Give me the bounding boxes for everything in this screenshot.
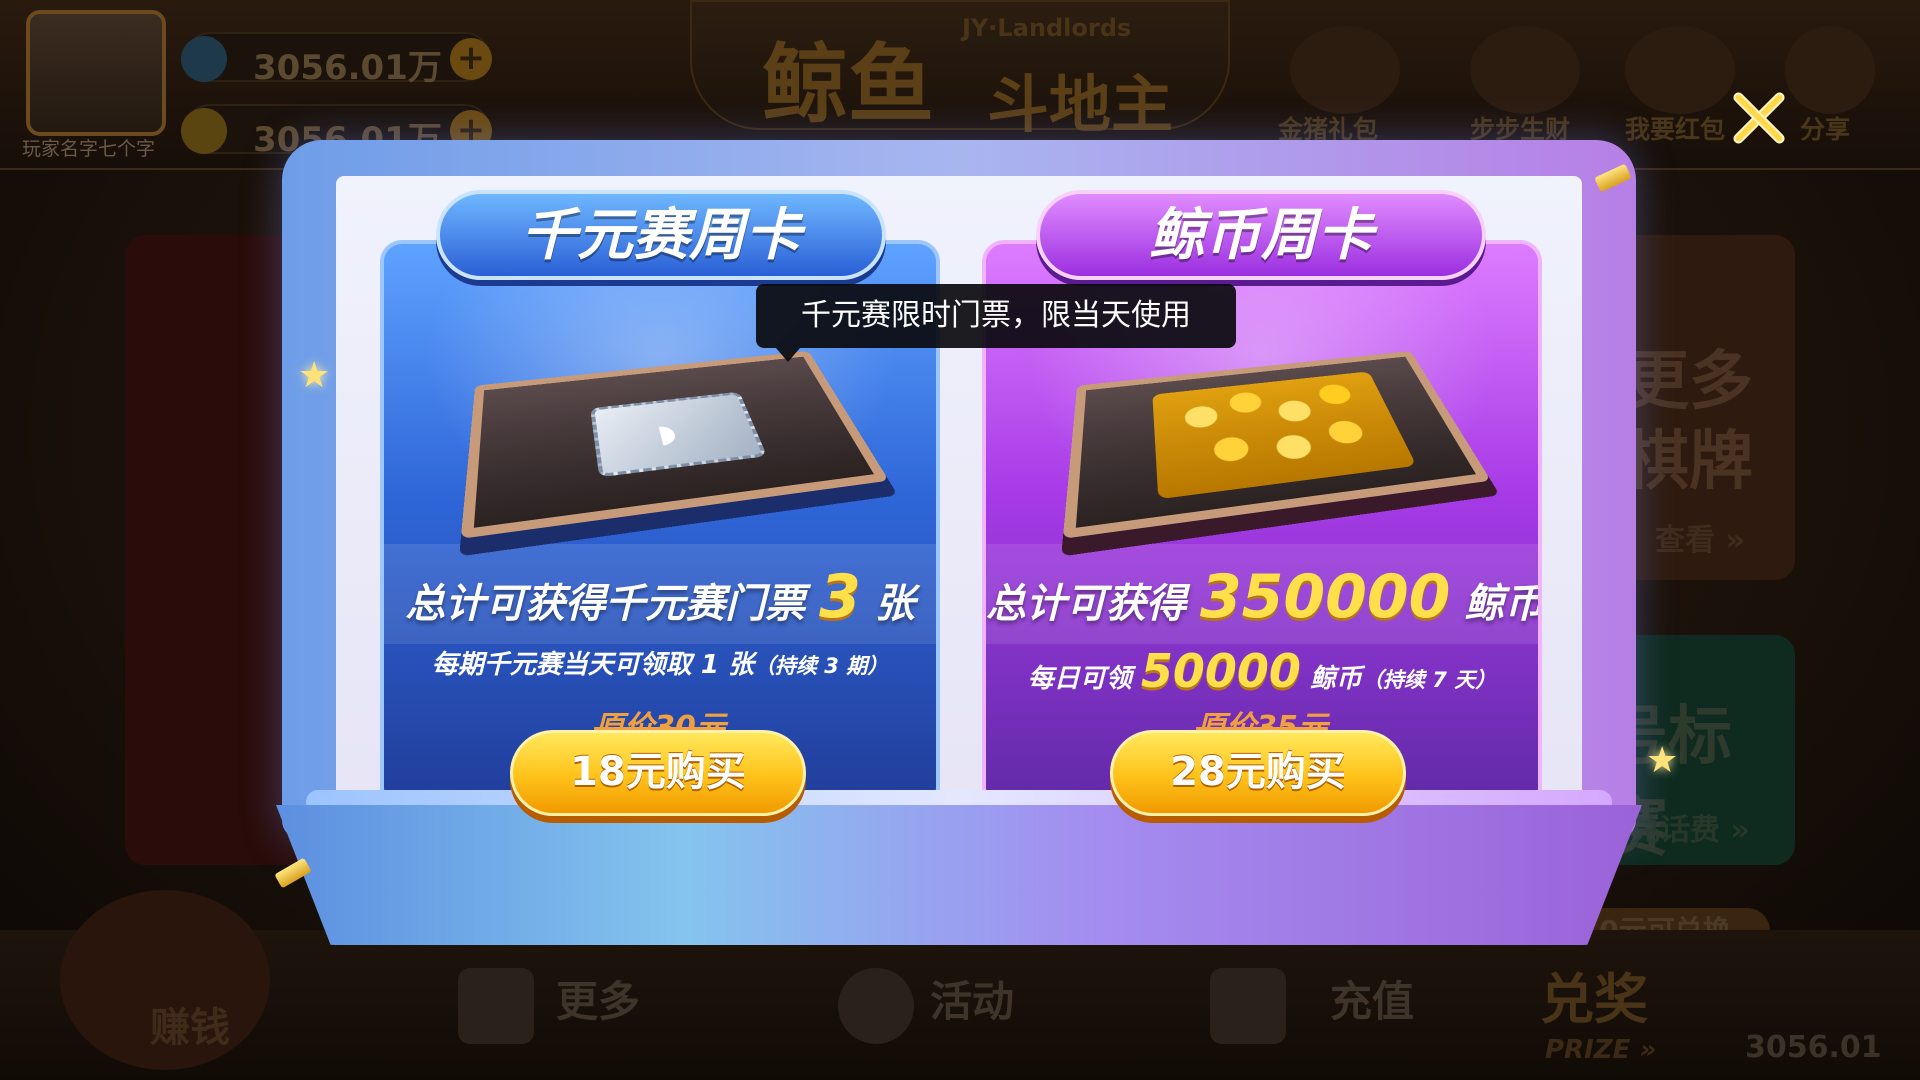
- coin-card-daily-prefix: 每日可领: [1027, 664, 1132, 694]
- coin-card-total: 总计可获得 350000 鲸币: [986, 562, 1538, 632]
- buy-match-card-button[interactable]: 18元购买: [510, 730, 806, 816]
- sparkle-star-icon: ★: [298, 355, 331, 396]
- match-card-daily: 每期千元赛当天可领取 1 张（持续 3 期）: [384, 644, 936, 681]
- weekly-card-popup: ◗ 总计可获得千元赛门票 3 张 每期千元赛当天可领取 1 张（持续 3 期） …: [274, 140, 1678, 945]
- match-card-total-prefix: 总计可获得千元赛门票: [405, 581, 806, 627]
- sparkle-star-icon: ★: [1646, 740, 1679, 781]
- bottom-more: 更多: [556, 977, 641, 1026]
- top-label-share: 分享: [1800, 115, 1851, 144]
- confetti-piece: [274, 857, 312, 889]
- whale-icon: ◗: [654, 419, 681, 450]
- earn-label: 赚钱: [150, 1005, 230, 1051]
- coin-card-total-amount: 350000: [1199, 562, 1451, 632]
- logo-main-text: 鲸鱼: [762, 35, 934, 135]
- activity-icon: [838, 968, 914, 1044]
- tray-front-wall: [276, 805, 1642, 945]
- more-games-card: 更多 棋牌 查看 »: [1615, 235, 1795, 580]
- diamond-icon: [181, 36, 227, 82]
- more-games-title: 更多: [1625, 345, 1753, 419]
- prize-label: 兑奖: [1540, 968, 1648, 1031]
- match-card-title: 千元赛周卡: [436, 190, 886, 280]
- coin-card-daily-amount: 50000: [1140, 644, 1301, 698]
- more-games-view: 查看 »: [1655, 523, 1745, 558]
- match-card-duration: （持续 3 期）: [753, 654, 889, 678]
- share-icon: [1785, 26, 1875, 114]
- red-packet-icon: [1625, 26, 1735, 114]
- game-logo: 鲸鱼 斗地主 JY·Landlords: [690, 0, 1230, 141]
- player-avatar: [26, 10, 166, 136]
- logo-sub-text: 斗地主: [987, 68, 1174, 141]
- coin-card-total-suffix: 鲸币: [1464, 581, 1542, 627]
- diamond-balance: 3056.01万 +: [181, 32, 492, 88]
- logo-english-text: JY·Landlords: [962, 14, 1132, 42]
- cart-icon: [1210, 968, 1286, 1044]
- coin-card-title: 鲸币周卡: [1036, 190, 1486, 280]
- more-grid-icon: [458, 968, 534, 1044]
- diamond-balance-value: 3056.01万: [253, 48, 442, 88]
- ticket-icon: ◗: [590, 391, 768, 478]
- gold-pig-icon: [1290, 26, 1400, 114]
- coin-card-total-prefix: 总计可获得: [986, 581, 1186, 627]
- match-card-daily-text: 每期千元赛当天可领取 1 张: [431, 650, 754, 680]
- coin-card-duration: （持续 7 天）: [1361, 668, 1497, 692]
- coin-icon: [181, 108, 227, 154]
- bottom-activity: 活动: [930, 977, 1015, 1026]
- match-card-ticket-count: 3: [819, 562, 861, 632]
- buy-coin-card-button[interactable]: 28元购买: [1110, 730, 1406, 816]
- step-wealth-icon: [1470, 26, 1580, 114]
- ticket-tooltip: 千元赛限时门票，限当天使用: [756, 284, 1236, 362]
- gold-coins-icon: [1152, 371, 1417, 500]
- coin-card-daily: 每日可领 50000 鲸币（持续 7 天）: [986, 644, 1538, 698]
- target-match-fee: 兑话费 »: [1630, 813, 1750, 848]
- bottom-recharge: 充值: [1330, 977, 1415, 1026]
- match-card-total: 总计可获得千元赛门票 3 张: [384, 562, 936, 632]
- more-games-subtitle: 棋牌: [1625, 425, 1753, 499]
- match-card-total-suffix: 张: [874, 581, 915, 627]
- coin-card-daily-suffix: 鲸币: [1309, 664, 1362, 694]
- add-diamond-button: +: [450, 38, 492, 80]
- player-name: 玩家名字七个字: [22, 138, 156, 160]
- prize-en-label: PRIZE »: [1545, 1035, 1657, 1065]
- prize-balance: 3056.01: [1745, 1030, 1882, 1065]
- close-icon[interactable]: [1728, 88, 1788, 148]
